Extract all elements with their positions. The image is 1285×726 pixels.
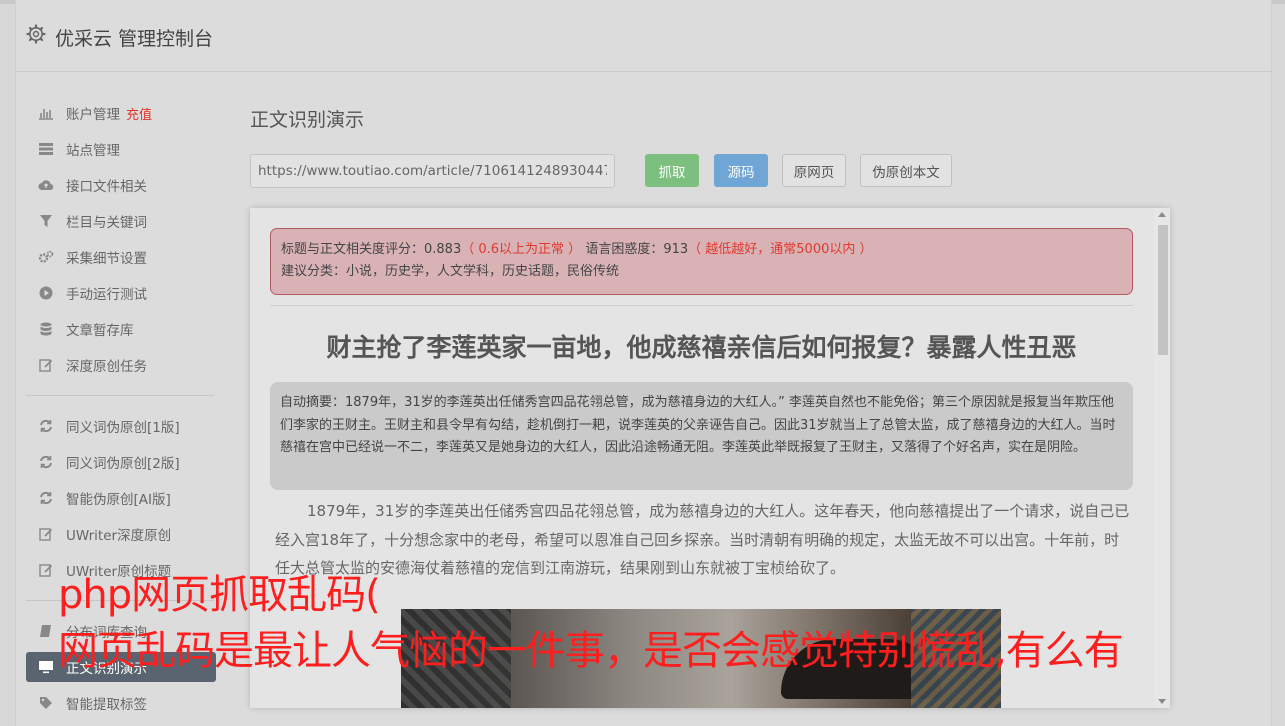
overlay-caption-2: 网页乱码是最让人气恼的一件事，是否会感觉特别慌乱,有么有: [58, 628, 1124, 674]
play-icon: [38, 285, 54, 301]
sidebar-item-uwriter-deep[interactable]: UWriter深度原创: [26, 516, 216, 552]
sidebar-item-label: 文章暂存库: [66, 323, 134, 339]
perplexity-score: 语言困惑度：913: [585, 242, 689, 257]
overlay-caption-1: php网页抓取乱码(: [58, 572, 381, 618]
sidebar-item-sites[interactable]: 站点管理: [26, 131, 216, 167]
sidebar-item-columns[interactable]: 栏目与关键词: [26, 203, 216, 239]
bar-chart-icon: [38, 105, 54, 121]
sidebar-item-deep-original[interactable]: 深度原创任务: [26, 347, 216, 383]
original-page-button[interactable]: 原网页: [782, 154, 846, 187]
sidebar-item-account[interactable]: 账户管理 充值: [26, 95, 216, 131]
monitor-icon: [38, 659, 54, 675]
sidebar-item-label: 账户管理: [66, 107, 120, 123]
score-box: 标题与正文相关度评分：0.883（ 0.6以上为正常 ） 语言困惑度：913（ …: [270, 228, 1133, 295]
server-icon: [38, 141, 54, 157]
sidebar-item-label: 同义词伪原创[1版]: [66, 420, 180, 436]
edit-icon: [38, 562, 54, 578]
filter-icon: [38, 213, 54, 229]
sidebar-item-label: 智能提取标签: [66, 697, 147, 713]
sidebar-item-label: 智能伪原创[AI版]: [66, 492, 171, 508]
sidebar-item-label: 手动运行测试: [66, 287, 147, 303]
refresh-icon: [38, 418, 54, 434]
app-title: 优采云 管理控制台: [55, 28, 214, 50]
source-button[interactable]: 源码: [714, 154, 768, 187]
header: 优采云 管理控制台: [15, 4, 1272, 72]
sidebar-item-label: 采集细节设置: [66, 251, 147, 267]
cloud-upload-icon: [38, 177, 54, 193]
sidebar-item-ai-pseudo[interactable]: 智能伪原创[AI版]: [26, 480, 216, 516]
score-line: 标题与正文相关度评分：0.883（ 0.6以上为正常 ） 语言困惑度：913（ …: [281, 239, 1122, 261]
book-icon: [38, 623, 54, 639]
sidebar-divider: [26, 395, 214, 396]
page-title: 正文识别演示: [250, 109, 365, 131]
sidebar-item-extract-tags[interactable]: 智能提取标签: [26, 685, 216, 721]
divider: [270, 305, 1133, 306]
sidebar-item-label: UWriter深度原创: [66, 528, 172, 544]
scrollbar-thumb[interactable]: [1158, 225, 1168, 355]
auto-summary: 自动摘要：1879年，31岁的李莲英出任储秀宫四品花翎总管，成为慈禧身边的大红人…: [270, 382, 1133, 490]
database-icon: [38, 321, 54, 337]
sidebar-item-label: 栏目与关键词: [66, 215, 147, 231]
sidebar-item-synonym-v1[interactable]: 同义词伪原创[1版]: [26, 408, 216, 444]
cogs-icon: [38, 249, 54, 265]
sidebar-item-article-store[interactable]: 文章暂存库: [26, 311, 216, 347]
sidebar-item-collect-settings[interactable]: 采集细节设置: [26, 239, 216, 275]
tag-icon: [38, 695, 54, 711]
scroll-up-icon[interactable]: [1158, 212, 1166, 217]
url-input[interactable]: [250, 154, 615, 188]
article-body: 1879年，31岁的李莲英出任储秀宫四品花翎总管，成为慈禧身边的大红人。这年春天…: [275, 502, 1130, 577]
scroll-down-icon[interactable]: [1158, 699, 1166, 704]
sidebar-item-synonym-v2[interactable]: 同义词伪原创[2版]: [26, 444, 216, 480]
sidebar-item-label: 站点管理: [66, 143, 120, 159]
sidebar-item-label: 同义词伪原创[2版]: [66, 456, 180, 472]
refresh-icon: [38, 490, 54, 506]
edit-icon: [38, 526, 54, 542]
relevance-note: （ 0.6以上为正常 ）: [461, 242, 582, 257]
category-line: 建议分类：小说，历史学，人文学科，历史话题，民俗传统: [281, 264, 620, 279]
sidebar-item-manual-run[interactable]: 手动运行测试: [26, 275, 216, 311]
sidebar-item-interface[interactable]: 接口文件相关: [26, 167, 216, 203]
edit-icon: [38, 357, 54, 373]
relevance-score: 标题与正文相关度评分：0.883: [281, 242, 462, 257]
refresh-icon: [38, 454, 54, 470]
sidebar-item-label: 接口文件相关: [66, 179, 147, 195]
panel-scrollbar[interactable]: [1154, 208, 1170, 708]
perplexity-note: （ 越低越好，通常5000以内 ）: [688, 242, 873, 257]
recharge-link[interactable]: 充值: [126, 104, 152, 123]
fetch-button[interactable]: 抓取: [645, 154, 699, 187]
article-title: 财主抢了李莲英家一亩地，他成慈禧亲信后如何报复？暴露人性丑恶: [326, 333, 1077, 362]
pseudo-original-button[interactable]: 伪原创本文: [860, 154, 952, 187]
gear-icon: [26, 24, 46, 44]
sidebar-item-label: 深度原创任务: [66, 359, 147, 375]
